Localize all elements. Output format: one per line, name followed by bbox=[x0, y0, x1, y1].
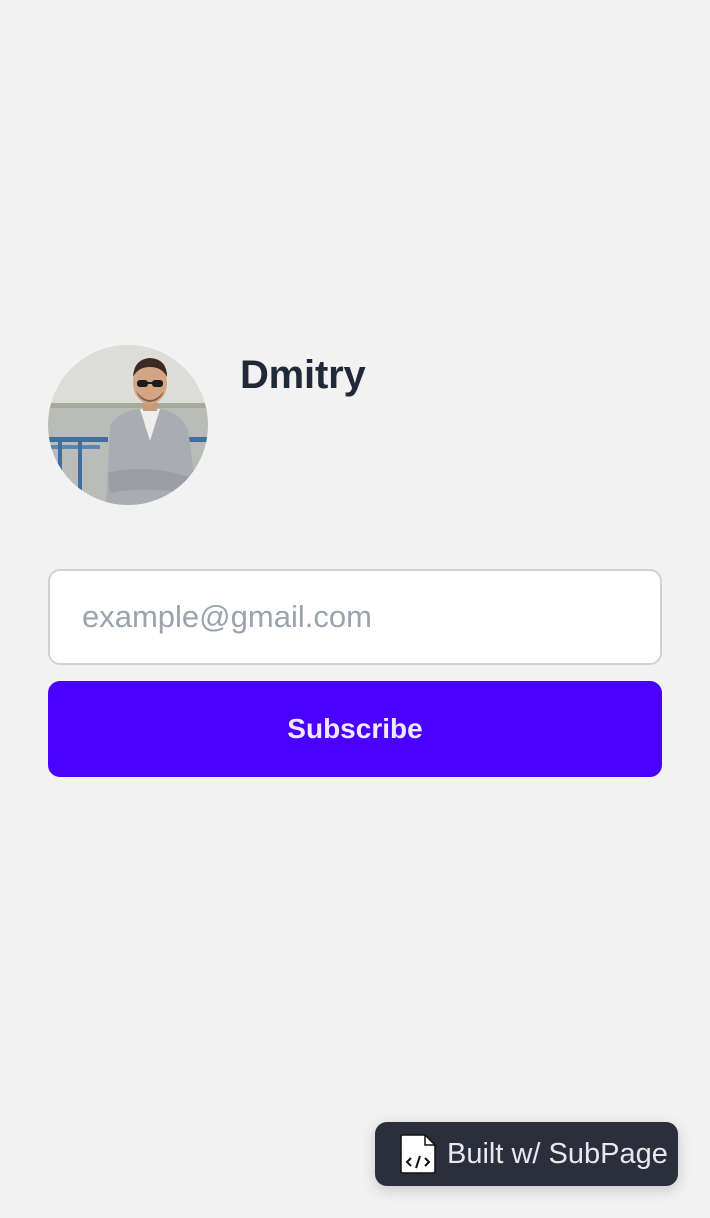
built-with-subpage-badge[interactable]: Built w/ SubPage bbox=[375, 1122, 678, 1186]
email-input[interactable] bbox=[48, 569, 662, 665]
avatar-photo bbox=[48, 345, 208, 505]
subscribe-button[interactable]: Subscribe bbox=[48, 681, 662, 777]
profile-header: Dmitry bbox=[48, 345, 366, 505]
avatar bbox=[48, 345, 208, 505]
subscribe-page: Dmitry Subscribe Built w/ SubPage bbox=[0, 0, 710, 1218]
badge-label: Built w/ SubPage bbox=[447, 1137, 668, 1170]
profile-name: Dmitry bbox=[240, 353, 366, 397]
code-file-icon bbox=[400, 1134, 436, 1174]
